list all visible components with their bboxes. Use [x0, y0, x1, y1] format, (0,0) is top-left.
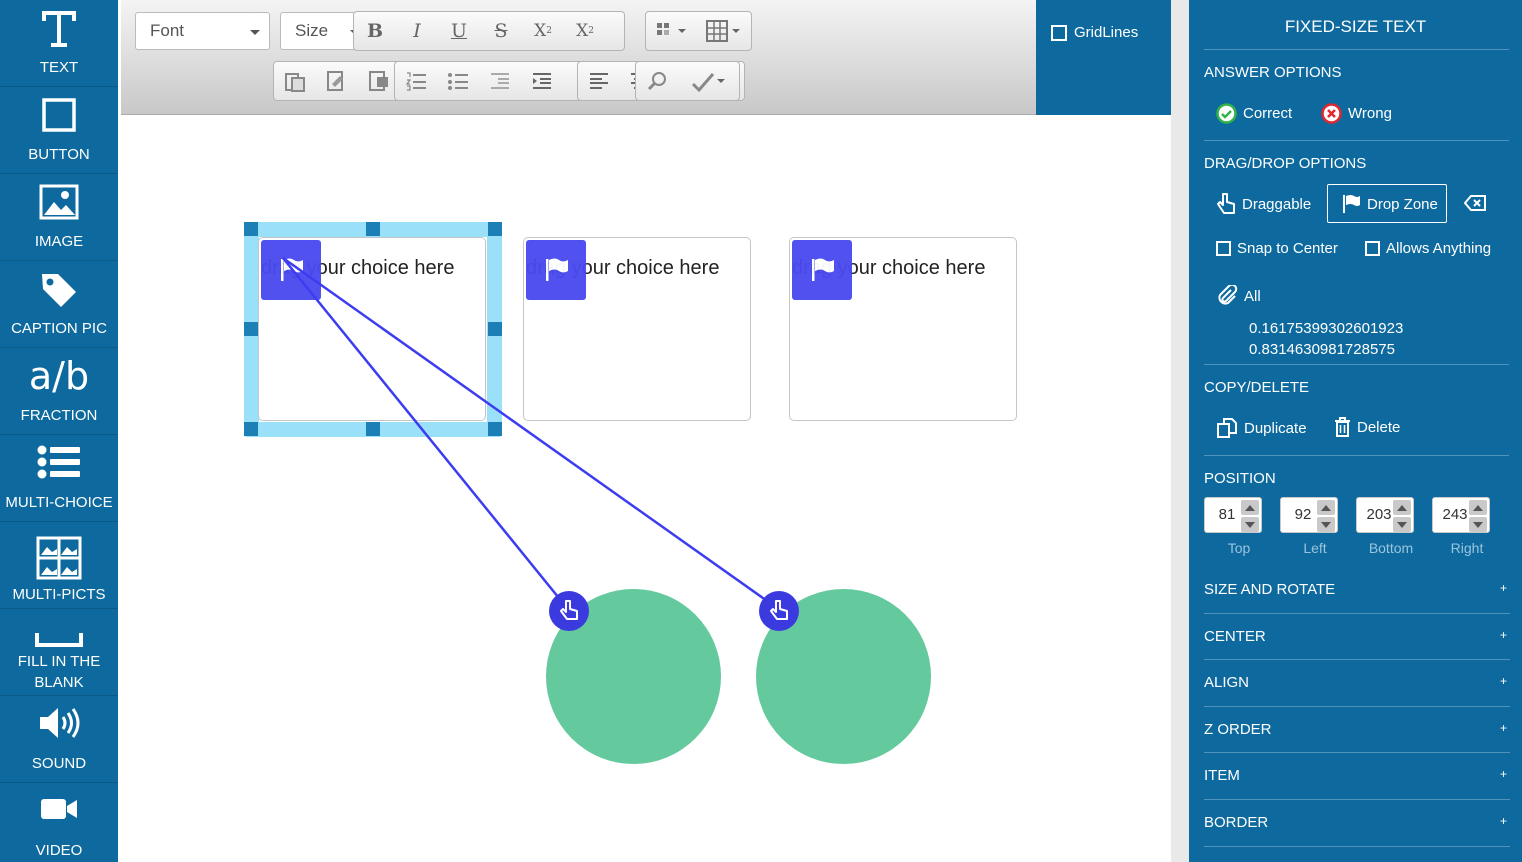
clear-dropzone-button[interactable] — [1464, 195, 1486, 211]
accordion-align[interactable]: ALIGN + — [1204, 674, 1507, 691]
flag-icon — [1343, 195, 1360, 213]
accordion-label: BORDER — [1204, 814, 1269, 831]
allows-anything-checkbox[interactable] — [1365, 241, 1380, 256]
up-arrow-icon[interactable] — [1241, 500, 1259, 515]
snap-label: Snap to Center — [1237, 240, 1338, 257]
right-label: Right — [1450, 540, 1484, 556]
divider — [1204, 659, 1510, 660]
drop-zone-option[interactable]: Drop Zone — [1341, 194, 1438, 214]
connector-lines — [282, 256, 778, 610]
drop-zone-label: Drop Zone — [1367, 195, 1438, 213]
divider — [1204, 455, 1509, 456]
up-arrow-icon[interactable] — [1469, 500, 1487, 515]
wrong-option[interactable]: Wrong — [1321, 103, 1392, 124]
value-readout-2: 0.8314630981728575 — [1249, 341, 1395, 358]
connector-line — [282, 256, 778, 610]
all-option[interactable]: All — [1216, 285, 1261, 307]
divider — [1204, 364, 1509, 365]
backspace-icon — [1464, 195, 1486, 211]
divider — [1204, 49, 1509, 50]
panel-gutter — [1171, 0, 1189, 862]
copy-delete-heading: COPY/DELETE — [1204, 379, 1310, 396]
accordion-border[interactable]: BORDER + — [1204, 814, 1507, 831]
top-label: Top — [1227, 540, 1251, 556]
hand-pointer-icon[interactable] — [759, 591, 799, 631]
accordion-label: ITEM — [1204, 767, 1240, 784]
check-circle-icon — [1216, 103, 1237, 124]
down-arrow-icon[interactable] — [1469, 517, 1487, 532]
divider — [1204, 752, 1510, 753]
plus-icon: + — [1499, 721, 1507, 735]
bottom-stepper[interactable]: 203 — [1356, 497, 1414, 533]
divider — [1204, 706, 1510, 707]
allows-anything-label: Allows Anything — [1386, 240, 1492, 257]
hand-pointer-icon — [1217, 193, 1235, 214]
plus-icon: + — [1499, 581, 1507, 595]
top-stepper[interactable]: 81 — [1204, 497, 1262, 533]
bottom-label: Bottom — [1368, 540, 1414, 556]
wrong-label: Wrong — [1348, 105, 1392, 122]
duplicate-button[interactable]: Duplicate — [1216, 417, 1307, 439]
accordion-label: ALIGN — [1204, 674, 1250, 691]
panel-title: FIXED-SIZE TEXT — [1284, 17, 1427, 36]
accordion-item[interactable]: ITEM + — [1204, 767, 1507, 784]
delete-button[interactable]: Delete — [1334, 417, 1400, 437]
right-stepper[interactable]: 243 — [1432, 497, 1490, 533]
connector-line — [282, 257, 568, 609]
accordion-center[interactable]: CENTER + — [1204, 628, 1507, 645]
allows-anything-option[interactable]: Allows Anything — [1365, 240, 1491, 257]
accordion-label: SIZE AND ROTATE — [1204, 581, 1336, 598]
hand-pointer-icon[interactable] — [549, 591, 589, 631]
accordion-z-order[interactable]: Z ORDER + — [1204, 721, 1507, 738]
position-heading: POSITION — [1204, 470, 1276, 487]
divider — [1204, 613, 1510, 614]
plus-icon: + — [1499, 628, 1507, 642]
snap-to-center-option[interactable]: Snap to Center — [1216, 240, 1338, 257]
all-label: All — [1244, 287, 1261, 305]
answer-options-heading: ANSWER OPTIONS — [1204, 64, 1342, 81]
plus-icon: + — [1499, 674, 1507, 688]
divider — [1204, 846, 1510, 847]
down-arrow-icon[interactable] — [1317, 517, 1335, 532]
value-readout-1: 0.16175399302601923 — [1249, 320, 1404, 337]
correct-option[interactable]: Correct — [1216, 103, 1292, 124]
correct-label: Correct — [1243, 105, 1293, 122]
up-arrow-icon[interactable] — [1393, 500, 1411, 515]
accordion-size-and-rotate[interactable]: SIZE AND ROTATE + — [1204, 581, 1507, 598]
divider — [1204, 799, 1510, 800]
snap-checkbox[interactable] — [1216, 241, 1231, 256]
up-arrow-icon[interactable] — [1317, 500, 1335, 515]
duplicate-label: Duplicate — [1244, 419, 1307, 437]
draggable-option[interactable]: Draggable — [1216, 192, 1311, 216]
paperclip-icon — [1218, 285, 1238, 305]
trash-icon — [1335, 417, 1350, 437]
accordion-label: Z ORDER — [1204, 721, 1272, 738]
accordion-label: CENTER — [1204, 628, 1266, 645]
plus-icon: + — [1499, 767, 1507, 781]
left-label: Left — [1303, 540, 1327, 556]
dragdrop-options-heading: DRAG/DROP OPTIONS — [1204, 155, 1367, 172]
x-circle-icon — [1321, 103, 1342, 124]
duplicate-icon — [1217, 418, 1237, 438]
down-arrow-icon[interactable] — [1241, 517, 1259, 532]
draggable-label: Draggable — [1242, 195, 1312, 213]
divider — [1204, 140, 1509, 141]
plus-icon: + — [1499, 814, 1507, 828]
left-stepper[interactable]: 92 — [1280, 497, 1338, 533]
down-arrow-icon[interactable] — [1393, 517, 1411, 532]
delete-label: Delete — [1357, 418, 1401, 436]
